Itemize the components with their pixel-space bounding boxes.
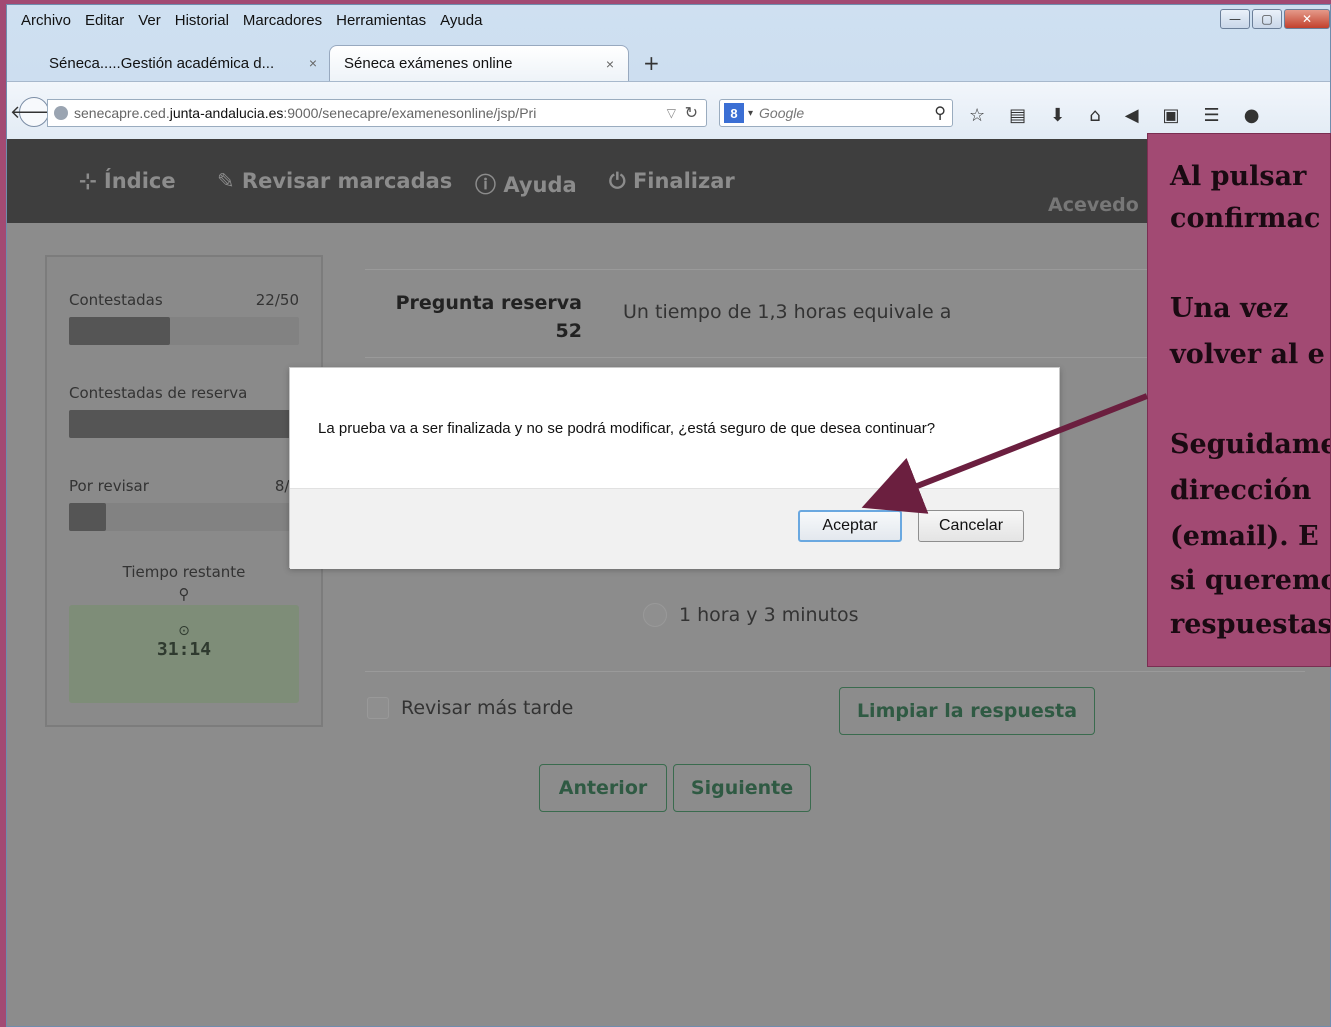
- reload-icon[interactable]: ↻: [685, 103, 698, 123]
- contestadas-value: 22/50: [255, 291, 299, 309]
- contestadas-label: Contestadas: [69, 291, 163, 309]
- url-path: :9000/senecapre/examenesonline/jsp/Pri: [283, 105, 537, 121]
- close-tab-icon[interactable]: ×: [606, 56, 614, 72]
- nav-finalizar[interactable]: ⏻ Finalizar: [609, 169, 735, 194]
- minimize-icon[interactable]: —: [1220, 9, 1250, 29]
- clock-icon: ⊙: [178, 623, 190, 639]
- nav-revisar-marcadas[interactable]: ✎ Revisar marcadas: [217, 169, 452, 193]
- note-line: (email). E: [1170, 521, 1319, 552]
- question-title: Pregunta reserva 52: [395, 292, 582, 342]
- confirm-message: La prueba va a ser finalizada y no se po…: [318, 420, 936, 437]
- cloud-icon[interactable]: ●: [1244, 105, 1260, 126]
- note-line: volver al e: [1170, 339, 1325, 370]
- sitemap-icon: ⊹: [79, 169, 104, 193]
- close-tab-icon[interactable]: ×: [309, 55, 317, 71]
- new-tab-icon[interactable]: +: [643, 51, 660, 75]
- history-dropdown-icon[interactable]: ▽: [667, 106, 676, 120]
- navigation-toolbar: 🡐 senecapre.ced. junta-andalucia.es:9000/…: [7, 81, 1330, 139]
- timer-box: ⊙ 31:14: [69, 605, 299, 703]
- revisar-tarde-row[interactable]: Revisar más tarde: [367, 697, 573, 719]
- revisar-label: Por revisar: [69, 477, 149, 495]
- window-controls: — ▢ ✕: [1218, 9, 1330, 29]
- tab-bar: Séneca.....Gestión académica d... × Séne…: [7, 43, 1330, 81]
- power-icon: ⏻: [609, 169, 633, 193]
- reading-list-icon[interactable]: ▤: [1009, 105, 1026, 126]
- revisar-fill: [69, 503, 106, 531]
- search-box[interactable]: 8 ▾ Google ⚲: [719, 99, 953, 127]
- annotation-callout: Al pulsar confirmac Una vez volver al e …: [1147, 133, 1331, 667]
- note-line: si queremo: [1170, 565, 1331, 596]
- note-line: Seguidame: [1170, 429, 1331, 460]
- revisar-checkbox[interactable]: [367, 697, 389, 719]
- search-engine-icon[interactable]: 8: [724, 103, 744, 123]
- note-line: Una vez: [1170, 293, 1289, 324]
- address-bar[interactable]: senecapre.ced. junta-andalucia.es:9000/se…: [47, 99, 707, 127]
- menu-marcadores[interactable]: Marcadores: [243, 12, 322, 29]
- contestadas-fill: [69, 317, 171, 345]
- exam-top-nav: ⊹ Índice ✎ Revisar marcadas ⓘ Ayuda ⏻ Fi…: [7, 139, 1330, 223]
- radio-button[interactable]: [643, 603, 667, 627]
- menu-bar: Archivo Editar Ver Historial Marcadores …: [7, 5, 1330, 35]
- nav-ayuda[interactable]: ⓘ Ayuda: [475, 169, 577, 199]
- confirm-dialog: La prueba va a ser finalizada y no se po…: [289, 367, 1060, 569]
- addon-icon[interactable]: ▣: [1163, 105, 1180, 126]
- search-placeholder: Google: [759, 105, 805, 121]
- revisar-bar: [69, 503, 299, 531]
- reserva-fill: [69, 410, 299, 438]
- back-arrow-icon[interactable]: 🡐: [10, 97, 58, 127]
- browser-window: Archivo Editar Ver Historial Marcadores …: [6, 4, 1331, 1027]
- cancelar-button[interactable]: Cancelar: [918, 510, 1024, 542]
- aceptar-button[interactable]: Aceptar: [798, 510, 902, 542]
- user-name: Acevedo: [1048, 194, 1139, 216]
- home-icon[interactable]: ⌂: [1089, 105, 1100, 126]
- search-icon[interactable]: ⚲: [934, 103, 946, 123]
- timer-value: 31:14: [156, 639, 212, 660]
- info-icon: ⓘ: [475, 173, 504, 197]
- progress-sidebar: Contestadas 22/50 Contestadas de reserva…: [45, 255, 323, 727]
- note-line: respuestas: [1170, 609, 1331, 640]
- menu-herramientas[interactable]: Herramientas: [336, 12, 426, 29]
- siguiente-button[interactable]: Siguiente: [673, 764, 811, 812]
- url-host: junta-andalucia.es: [169, 105, 284, 121]
- menu-historial[interactable]: Historial: [175, 12, 229, 29]
- menu-ayuda[interactable]: Ayuda: [440, 12, 482, 29]
- answer-option[interactable]: 1 hora y 3 minutos: [643, 603, 859, 627]
- note-line: confirmac: [1170, 203, 1321, 234]
- close-window-icon[interactable]: ✕: [1284, 9, 1330, 29]
- contestadas-bar: [69, 317, 299, 345]
- maximize-icon[interactable]: ▢: [1252, 9, 1282, 29]
- nav-indice[interactable]: ⊹ Índice: [79, 169, 176, 193]
- divider: [365, 671, 1305, 672]
- menu-archivo[interactable]: Archivo: [21, 12, 71, 29]
- share-icon[interactable]: ◀: [1125, 105, 1139, 126]
- reserva-label: Contestadas de reserva: [69, 384, 248, 402]
- anterior-button[interactable]: Anterior: [539, 764, 667, 812]
- menu-icon[interactable]: ☰: [1204, 105, 1220, 126]
- tab-seneca-examenes[interactable]: Séneca exámenes online ×: [329, 45, 629, 81]
- option-label: 1 hora y 3 minutos: [679, 604, 859, 626]
- tab-label: Séneca exámenes online: [344, 55, 513, 72]
- download-icon[interactable]: ⬇: [1050, 105, 1065, 126]
- tab-label: Séneca.....Gestión académica d...: [49, 54, 275, 72]
- toolbar-icons: ☆ ▤ ⬇ ⌂ ◀ ▣ ☰ ●: [969, 105, 1259, 126]
- note-line: Al pulsar: [1170, 161, 1307, 192]
- pencil-icon: ✎: [217, 169, 242, 193]
- reserva-bar: [69, 410, 299, 438]
- exam-page: ⊹ Índice ✎ Revisar marcadas ⓘ Ayuda ⏻ Fi…: [7, 139, 1330, 1026]
- question-text: Un tiempo de 1,3 horas equivale a: [623, 301, 952, 323]
- zoom-icon[interactable]: ⚲: [47, 585, 321, 603]
- limpiar-button[interactable]: Limpiar la respuesta: [839, 687, 1095, 735]
- revisar-tarde-label: Revisar más tarde: [401, 697, 574, 719]
- chevron-down-icon[interactable]: ▾: [748, 108, 753, 119]
- tab-seneca-gestion[interactable]: Séneca.....Gestión académica d... ×: [35, 45, 331, 81]
- menu-editar[interactable]: Editar: [85, 12, 124, 29]
- note-line: dirección: [1170, 475, 1312, 506]
- tiempo-label: Tiempo restante: [122, 563, 246, 581]
- bookmark-star-icon[interactable]: ☆: [969, 105, 985, 126]
- menu-ver[interactable]: Ver: [138, 12, 161, 29]
- url-prefix: senecapre.ced.: [74, 105, 170, 121]
- globe-icon: [54, 106, 68, 120]
